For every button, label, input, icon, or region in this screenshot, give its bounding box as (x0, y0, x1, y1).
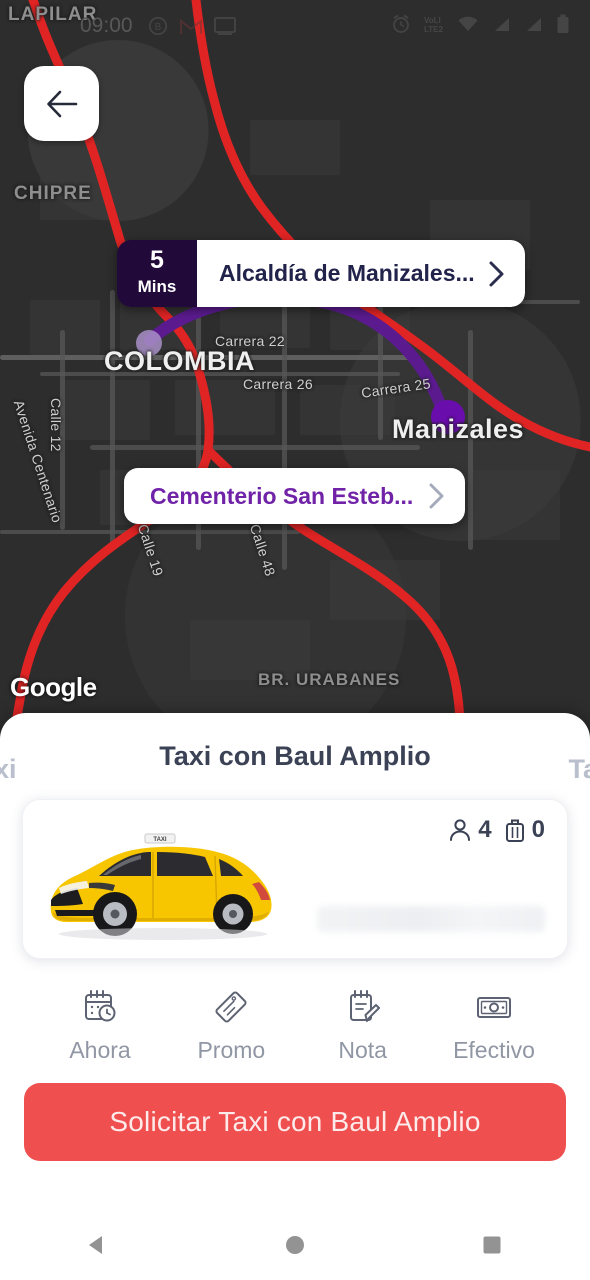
battery-icon (557, 14, 569, 33)
wifi-icon (458, 16, 478, 31)
carousel-peek-right[interactable]: Ta (568, 754, 590, 785)
gmail-icon (180, 18, 202, 34)
luggage-count: 0 (531, 816, 545, 843)
screen-cast-icon (214, 17, 236, 35)
circle-home-icon[interactable] (280, 1230, 310, 1260)
eta-badge: 5 Mins (117, 240, 197, 307)
signal-sim2-icon (527, 17, 541, 31)
trip-options-row: Ahora Promo Nota Efectivo (0, 959, 590, 1064)
suitcase-icon (505, 819, 524, 842)
vehicle-capacity: 4 0 (447, 816, 545, 844)
option-nota[interactable]: Nota (307, 987, 419, 1064)
option-ahora[interactable]: Ahora (44, 987, 156, 1064)
volte-icon: VoLI LTE2 (424, 16, 444, 33)
map-label-carrera-26: Carrera 26 (243, 376, 313, 392)
dropoff-card[interactable]: Cementerio San Esteb... (124, 468, 466, 524)
back-button[interactable] (24, 66, 99, 141)
status-bar: 09:00 B VoLI LTE2 (0, 0, 590, 48)
passenger-count: 4 (478, 816, 492, 843)
cash-bill-icon (476, 997, 511, 1018)
bottom-sheet: xi Taxi con Baul Amplio Ta 4 0 TAXI (0, 713, 590, 1210)
eta-value: 5 (150, 246, 164, 274)
selected-vehicle-title: Taxi con Baul Amplio (159, 740, 431, 771)
option-label: Nota (338, 1037, 387, 1063)
calendar-clock-icon (85, 990, 116, 1022)
map-label-manizales: Manizales (392, 414, 525, 444)
vehicle-card[interactable]: 4 0 TAXI (22, 799, 568, 959)
svg-text:VoLI: VoLI (424, 16, 441, 25)
triangle-back-icon[interactable] (83, 1230, 113, 1260)
option-label: Ahora (69, 1037, 131, 1063)
yellow-taxi-image: TAXI (50, 833, 272, 940)
dropoff-label: Cementerio San Esteb... (150, 482, 414, 509)
svg-text:B: B (155, 22, 162, 33)
option-label: Efectivo (453, 1037, 535, 1063)
alarm-icon (393, 14, 409, 33)
svg-text:TAXI: TAXI (153, 837, 167, 843)
price-loading-placeholder (317, 906, 545, 932)
chevron-right-icon (489, 261, 504, 286)
chevron-right-icon (429, 483, 444, 509)
note-pencil-icon (349, 990, 380, 1022)
map-label-br-urabanes: BR. URABANES (258, 670, 401, 689)
pickup-label: Alcaldía de Manizales... (219, 260, 475, 286)
status-time: 09:00 (80, 14, 133, 37)
svg-text:LTE2: LTE2 (424, 25, 444, 33)
pickup-card[interactable]: 5 Mins Alcaldía de Manizales... (117, 240, 525, 307)
carousel-peek-left[interactable]: xi (0, 754, 17, 785)
android-navigation-bar (0, 1210, 590, 1280)
map-label-colombia: COLOMBIA (104, 346, 255, 376)
google-attribution: Google (10, 672, 97, 702)
option-promo[interactable]: Promo (175, 987, 287, 1064)
status-right-icons: VoLI LTE2 (391, 14, 570, 34)
eta-unit: Mins (137, 277, 177, 296)
map-label-carrera-22: Carrera 22 (215, 333, 285, 349)
bitcoin-app-icon: B (149, 17, 167, 35)
status-left-icons: B (148, 16, 236, 36)
request-ride-button[interactable]: Solicitar Taxi con Baul Amplio (24, 1083, 566, 1161)
map-label-calle-12: Calle 12 (48, 398, 64, 452)
person-icon (450, 819, 471, 841)
vehicle-type-carousel[interactable]: xi Taxi con Baul Amplio Ta (0, 713, 590, 799)
signal-sim1-icon (495, 17, 509, 31)
promo-ticket-icon (215, 991, 247, 1023)
square-recents-icon[interactable] (477, 1230, 507, 1260)
map-label-chipre: CHIPRE (14, 183, 92, 204)
option-efectivo[interactable]: Efectivo (438, 987, 550, 1064)
option-label: Promo (197, 1037, 266, 1063)
back-arrow-icon (46, 90, 77, 117)
